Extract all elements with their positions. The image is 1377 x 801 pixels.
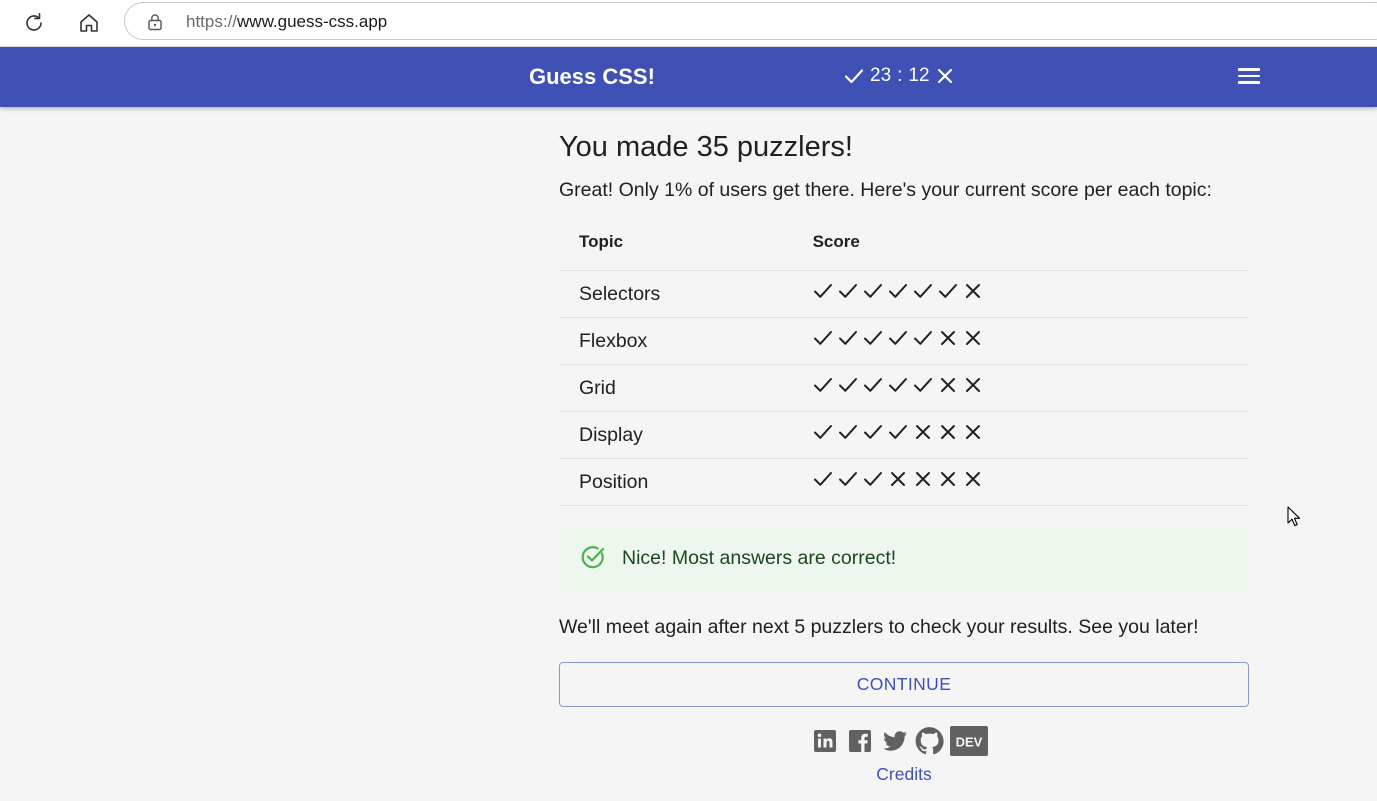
column-header-score: Score xyxy=(806,224,1249,271)
correct-mark-icon xyxy=(838,281,863,301)
check-circle-icon xyxy=(581,546,605,569)
hamburger-icon xyxy=(1236,68,1262,84)
correct-mark-icon xyxy=(838,328,863,348)
correct-mark-icon xyxy=(888,281,913,301)
score-counter: 23 : 12 xyxy=(844,65,954,87)
twitter-icon xyxy=(882,731,907,751)
table-row: Grid xyxy=(559,364,1249,412)
correct-mark-icon xyxy=(813,469,838,489)
correct-mark-icon xyxy=(863,328,888,348)
results-panel: You made 35 puzzlers! Great! Only 1% of … xyxy=(559,120,1249,785)
correct-mark-icon xyxy=(838,422,863,442)
wrong-mark-icon xyxy=(963,469,988,489)
correct-mark-icon xyxy=(888,422,913,442)
wrong-mark-icon xyxy=(938,328,963,348)
table-row: Position xyxy=(559,458,1249,506)
dev-link[interactable]: DEV xyxy=(950,726,988,756)
alert-message: Nice! Most answers are correct! xyxy=(622,547,897,569)
correct-mark-icon xyxy=(938,281,963,301)
github-link[interactable] xyxy=(915,726,944,756)
correct-mark-icon xyxy=(838,375,863,395)
wrong-mark-icon xyxy=(963,281,988,301)
table-header-row: Topic Score xyxy=(559,224,1249,271)
intro-text: Great! Only 1% of users get there. Here'… xyxy=(559,179,1212,201)
next-check-text: We'll meet again after next 5 puzzlers t… xyxy=(559,616,1199,638)
reload-button[interactable] xyxy=(19,8,49,38)
linkedin-link[interactable] xyxy=(810,726,839,756)
url-text: https://www.guess-css.app xyxy=(186,12,387,32)
address-bar[interactable]: https://www.guess-css.app xyxy=(124,2,1377,40)
url-host: www.guess-css.app xyxy=(237,12,388,31)
dev-icon: DEV xyxy=(950,726,988,756)
linkedin-icon xyxy=(813,730,836,752)
table-row: Flexbox xyxy=(559,317,1249,365)
wrong-mark-icon xyxy=(938,469,963,489)
lock-icon xyxy=(148,14,162,31)
browser-toolbar: https://www.guess-css.app xyxy=(0,0,1377,47)
column-header-topic: Topic xyxy=(559,224,807,271)
wrong-mark-icon xyxy=(938,375,963,395)
correct-mark-icon xyxy=(913,328,938,348)
menu-button[interactable] xyxy=(1236,65,1262,89)
topic-score xyxy=(806,364,1249,412)
facebook-link[interactable] xyxy=(845,726,874,756)
app-header: Guess CSS! 23 : 12 xyxy=(0,47,1377,107)
home-icon xyxy=(80,14,98,32)
topic-name: Position xyxy=(559,458,807,506)
correct-mark-icon xyxy=(863,422,888,442)
topic-score xyxy=(806,317,1249,365)
facebook-icon xyxy=(848,730,871,752)
topic-name: Selectors xyxy=(559,270,807,318)
correct-mark-icon xyxy=(863,469,888,489)
github-icon xyxy=(915,727,944,755)
wrong-mark-icon xyxy=(913,422,938,442)
correct-mark-icon xyxy=(863,281,888,301)
wrong-mark-icon xyxy=(888,469,913,489)
table-row: Display xyxy=(559,411,1249,459)
topic-name: Display xyxy=(559,411,807,459)
wrong-mark-icon xyxy=(963,422,988,442)
wrong-count: 12 xyxy=(908,65,930,86)
count-separator: : xyxy=(897,65,903,86)
wrong-mark-icon xyxy=(963,375,988,395)
wrong-mark-icon xyxy=(938,422,963,442)
topic-name: Grid xyxy=(559,364,807,412)
topic-score xyxy=(806,411,1249,459)
mouse-cursor-icon xyxy=(1287,506,1301,527)
success-alert: Nice! Most answers are correct! xyxy=(559,527,1249,591)
table-row: Selectors xyxy=(559,270,1249,318)
continue-button[interactable]: CONTINUE xyxy=(559,662,1249,707)
topic-score xyxy=(806,458,1249,506)
topic-score xyxy=(806,270,1249,318)
correct-mark-icon xyxy=(813,328,838,348)
page-title: You made 35 puzzlers! xyxy=(559,131,853,163)
social-links: DEV xyxy=(549,726,1249,756)
app-title: Guess CSS! xyxy=(529,64,655,89)
correct-mark-icon xyxy=(813,375,838,395)
twitter-link[interactable] xyxy=(880,726,909,756)
dev-logo-text: DEV xyxy=(956,735,983,750)
close-icon xyxy=(937,68,952,84)
topic-name: Flexbox xyxy=(559,317,807,365)
correct-mark-icon xyxy=(838,469,863,489)
score-table: Topic Score Selectors Flexbox Grid Display P… xyxy=(559,224,1249,506)
correct-mark-icon xyxy=(813,422,838,442)
correct-mark-icon xyxy=(913,375,938,395)
url-scheme: https:// xyxy=(186,12,238,31)
correct-mark-icon xyxy=(913,281,938,301)
correct-mark-icon xyxy=(888,375,913,395)
wrong-mark-icon xyxy=(913,469,938,489)
wrong-mark-icon xyxy=(963,328,988,348)
correct-mark-icon xyxy=(813,281,838,301)
credits-link[interactable]: Credits xyxy=(559,764,1249,785)
home-button[interactable] xyxy=(74,8,104,38)
reload-icon xyxy=(26,13,42,31)
correct-mark-icon xyxy=(863,375,888,395)
correct-count: 23 xyxy=(870,65,892,86)
check-icon xyxy=(844,69,864,84)
correct-mark-icon xyxy=(888,328,913,348)
